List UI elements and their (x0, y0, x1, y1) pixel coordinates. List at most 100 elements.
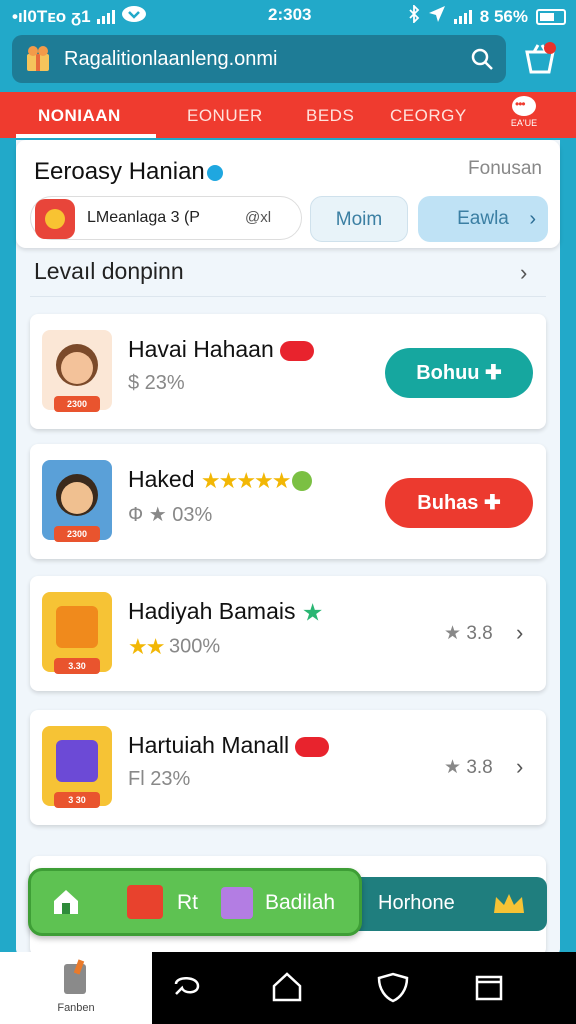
item-subtitle-text: 300% (169, 635, 221, 658)
item-thumbnail: 3 30 (42, 726, 112, 808)
divider (30, 296, 546, 297)
search-input[interactable]: Ragalitionlaanleng.onmi (64, 48, 277, 71)
cell-signal-icon (453, 9, 472, 24)
avatar (35, 199, 75, 239)
item-title-text: Hadiyah Bamais (128, 598, 296, 624)
chevron-right-icon[interactable]: › (516, 620, 523, 646)
stars-icon: ★★★★★ (200, 467, 292, 493)
item-title: Hartuiah Manall (128, 732, 330, 759)
bottom-action-bar: Rt Badilah (28, 868, 362, 936)
tab-ceorgy[interactable]: CEORGY (390, 106, 467, 126)
page-title-text: Eeroasy Hanian (34, 158, 205, 185)
rt-label[interactable]: Rt (177, 891, 198, 915)
item-thumbnail: 3.30 (42, 592, 112, 674)
home-nav-icon[interactable] (270, 970, 304, 1004)
fanben-icon (64, 964, 86, 994)
item-title-text: Havai Hahaan (128, 336, 274, 362)
item-title-text: Hartuiah Manall (128, 732, 290, 758)
status-right: 8 56% (408, 3, 566, 28)
heart-icon (295, 736, 330, 757)
buhas-button[interactable]: Buhas ✚ (385, 478, 533, 528)
item-badge: 2300 (54, 526, 100, 542)
search-bar[interactable]: Ragalitionlaanleng.onmi (12, 35, 506, 83)
item-title: Hadiyah Bamais ★ (128, 598, 323, 627)
badilah-label[interactable]: Badilah (265, 891, 335, 915)
check-icon (291, 470, 312, 491)
status-bar: •ıl0Tᴇo ᵹ1 2:303 8 56% (0, 0, 576, 30)
gift-box-icon (56, 740, 98, 782)
green-star-icon: ★ (301, 599, 324, 627)
section-title: Levaıl donpinn (34, 258, 184, 284)
item-subtitle: Fl 23% (128, 768, 191, 790)
horhone-label: Horhone (378, 892, 455, 914)
rating-value: 3.8 (466, 623, 493, 644)
status-left: •ıl0Tᴇo ᵹ1 (12, 5, 147, 28)
cart-button[interactable] (522, 42, 558, 76)
list-item[interactable]: 2300 Haked ★★★★★ Ф ★ 03% Buhas ✚ (30, 444, 546, 559)
item-title: Havai Hahaan (128, 336, 314, 363)
profile-name: LMeanlaga 3 (P (87, 209, 200, 226)
home-icon[interactable] (51, 887, 81, 917)
item-rating: ★ 3.8 (444, 622, 493, 645)
shield-icon[interactable] (376, 970, 410, 1004)
battery-percent: 8 56% (479, 6, 528, 26)
search-icon[interactable] (470, 47, 494, 71)
notification-icon (121, 5, 147, 28)
status-time: 2:303 (268, 5, 312, 24)
crown-icon (494, 894, 524, 913)
list-item[interactable]: 3.30 Hadiyah Bamais ★ ★★ 300% ★ 3.8 › (30, 576, 546, 691)
back-icon[interactable] (170, 970, 204, 1004)
chevron-right-icon: › (529, 208, 536, 230)
item-title: Haked ★★★★★ (128, 466, 312, 494)
tab-more-button[interactable]: EA'UE (504, 96, 544, 134)
page-title: Eeroasy Hanian (34, 158, 223, 186)
item-title-text: Haked (128, 466, 195, 492)
chat-bubble-icon (512, 96, 536, 116)
rating-value: 3.8 (466, 757, 493, 778)
gift-icon[interactable] (127, 885, 163, 919)
item-subtitle: $ 23% (128, 372, 185, 394)
nav-fanben[interactable]: Fanben (0, 952, 152, 1024)
section-chevron-icon[interactable]: › (520, 260, 527, 286)
item-badge: 3.30 (54, 658, 100, 674)
face-icon (61, 352, 93, 384)
chevron-right-icon[interactable]: › (516, 754, 523, 780)
tab-eonuer[interactable]: EONUER (187, 106, 263, 126)
header-card: Eeroasy Hanian Fonusan LMeanlaga 3 (P @x… (16, 140, 560, 248)
eawla-button[interactable]: Eawla › (418, 196, 548, 242)
battery-icon (536, 8, 566, 25)
item-badge: 2300 (54, 396, 100, 412)
profile-chip[interactable]: LMeanlaga 3 (P @xl (30, 196, 302, 240)
status-left-text: •ıl0Tᴇo ᵹ1 (12, 6, 91, 26)
recents-icon[interactable] (472, 970, 506, 1004)
list-item[interactable]: 2300 Havai Hahaan $ 23% Bohuu ✚ (30, 314, 546, 429)
category-tabs: NONIAAN EONUER BEDS CEORGY (0, 92, 576, 138)
face-icon (61, 482, 93, 514)
profile-tag: @xl (245, 209, 272, 226)
gift-box-icon[interactable] (221, 887, 253, 919)
gift-box-icon (56, 606, 98, 648)
bluetooth-icon (408, 3, 420, 28)
verified-icon (206, 164, 223, 181)
list-item[interactable]: 3 30 Hartuiah Manall Fl 23% ★ 3.8 › (30, 710, 546, 825)
signal-icon (96, 9, 115, 24)
item-rating: ★ 3.8 (444, 756, 493, 779)
item-subtitle: Ф ★ 03% (128, 504, 213, 526)
moim-button[interactable]: Moim (310, 196, 408, 242)
item-subtitle: ★★ 300% (128, 634, 220, 660)
horhone-bar[interactable]: Horhone (352, 877, 547, 931)
bohuu-button[interactable]: Bohuu ✚ (385, 348, 533, 398)
app-logo-icon (27, 46, 49, 71)
star-icon: ★ (444, 757, 462, 778)
cart-badge (544, 42, 556, 54)
fanben-label: Fanben (57, 1002, 95, 1014)
item-thumbnail: 2300 (42, 330, 112, 412)
tab-more-label: EA'UE (510, 118, 538, 128)
tab-beds[interactable]: BEDS (306, 106, 354, 126)
header-side-link[interactable]: Fonusan (468, 158, 542, 180)
location-icon (428, 5, 446, 28)
stars-icon: ★★ (128, 634, 165, 659)
tab-nonaan[interactable]: NONIAAN (38, 106, 121, 126)
item-badge: 3 30 (54, 792, 100, 808)
active-tab-indicator (16, 134, 156, 138)
